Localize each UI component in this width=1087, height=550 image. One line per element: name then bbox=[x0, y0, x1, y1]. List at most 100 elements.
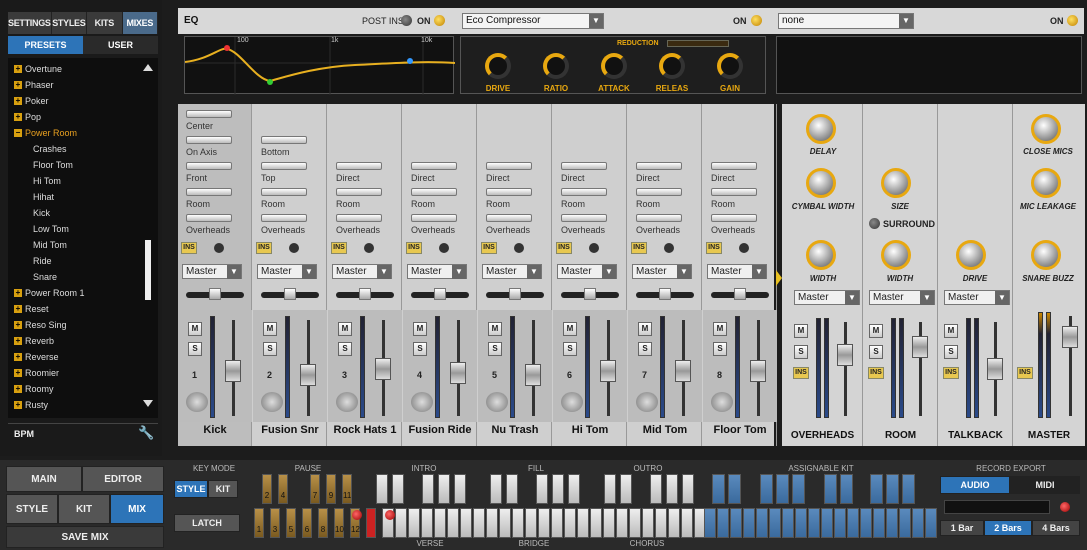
list-item[interactable]: Hihat bbox=[8, 190, 54, 204]
overheads-solo-button[interactable]: S bbox=[794, 345, 808, 359]
assignable-key[interactable] bbox=[824, 474, 837, 504]
scroll-up-icon[interactable] bbox=[143, 64, 153, 71]
bar2-button[interactable]: 2 Bars bbox=[984, 520, 1032, 536]
pan-handle[interactable] bbox=[284, 288, 296, 300]
expand-icon[interactable]: + bbox=[14, 65, 22, 73]
ins-button[interactable]: INS bbox=[556, 242, 572, 254]
eq-graph[interactable]: 100 1k 10k bbox=[184, 36, 456, 95]
eq-on-toggle[interactable] bbox=[434, 15, 445, 26]
volume-fader[interactable] bbox=[750, 360, 766, 382]
assignable-key[interactable] bbox=[795, 508, 807, 538]
save-mix-button[interactable]: SAVE MIX bbox=[6, 526, 164, 548]
solo-button[interactable]: S bbox=[563, 342, 577, 356]
master-fader[interactable] bbox=[1062, 326, 1078, 348]
assignable-key[interactable] bbox=[792, 474, 805, 504]
expand-icon[interactable]: + bbox=[14, 305, 22, 313]
style-key[interactable] bbox=[538, 508, 550, 538]
bus-select[interactable]: Master ▼ bbox=[182, 264, 242, 279]
style-key[interactable] bbox=[512, 508, 524, 538]
bus-select[interactable]: Master ▼ bbox=[332, 264, 392, 279]
style-key[interactable] bbox=[629, 508, 641, 538]
list-item[interactable]: Snare bbox=[8, 270, 57, 284]
send-toggle[interactable] bbox=[214, 243, 224, 253]
audio-button[interactable]: AUDIO bbox=[940, 476, 1010, 494]
assignable-key[interactable] bbox=[886, 508, 898, 538]
midi-button[interactable]: MIDI bbox=[1010, 476, 1080, 494]
assignable-key[interactable] bbox=[808, 508, 820, 538]
assignable-key[interactable] bbox=[847, 508, 859, 538]
ins-button[interactable]: INS bbox=[181, 242, 197, 254]
style-key[interactable] bbox=[577, 508, 589, 538]
tab-kits[interactable]: KITS bbox=[87, 12, 123, 34]
assignable-key[interactable] bbox=[870, 474, 883, 504]
style-key[interactable] bbox=[681, 508, 693, 538]
size-knob[interactable] bbox=[881, 168, 911, 198]
pan-handle[interactable] bbox=[734, 288, 746, 300]
ratio-knob[interactable] bbox=[543, 53, 569, 79]
volume-fader[interactable] bbox=[675, 360, 691, 382]
mute-button[interactable]: M bbox=[188, 322, 202, 336]
export-drag-area[interactable] bbox=[944, 500, 1050, 514]
drive-knob[interactable] bbox=[485, 53, 511, 79]
tab-settings[interactable]: SETTINGS bbox=[8, 12, 52, 34]
pan-handle[interactable] bbox=[359, 288, 371, 300]
latch-button[interactable]: LATCH bbox=[174, 514, 240, 532]
send-slider[interactable] bbox=[186, 110, 232, 118]
assignable-key[interactable] bbox=[860, 508, 872, 538]
mute-button[interactable]: M bbox=[488, 322, 502, 336]
style-key[interactable] bbox=[642, 508, 654, 538]
record-icon[interactable] bbox=[1060, 502, 1070, 512]
send-slider[interactable] bbox=[486, 162, 532, 170]
talkback-drive-knob[interactable] bbox=[956, 240, 986, 270]
list-item[interactable]: Crashes bbox=[8, 142, 67, 156]
style-key[interactable] bbox=[460, 508, 472, 538]
expand-icon[interactable]: + bbox=[14, 385, 22, 393]
assignable-key[interactable] bbox=[925, 508, 937, 538]
talkback-solo-button[interactable]: S bbox=[944, 345, 958, 359]
solo-button[interactable]: S bbox=[413, 342, 427, 356]
pan-slider[interactable] bbox=[486, 288, 544, 300]
solo-button[interactable]: S bbox=[338, 342, 352, 356]
solo-button[interactable]: S bbox=[488, 342, 502, 356]
keymode-style-button[interactable]: STYLE bbox=[174, 480, 208, 498]
pause-pad[interactable]: 9 bbox=[326, 474, 336, 504]
expand-icon[interactable]: + bbox=[14, 289, 22, 297]
list-item[interactable]: Floor Tom bbox=[8, 158, 73, 172]
send-slider[interactable] bbox=[636, 214, 682, 222]
assignable-key[interactable] bbox=[760, 474, 773, 504]
mute-button[interactable]: M bbox=[713, 322, 727, 336]
overheads-width-knob[interactable] bbox=[806, 240, 836, 270]
send-slider[interactable] bbox=[261, 214, 307, 222]
post-ins-toggle[interactable] bbox=[401, 15, 412, 26]
overheads-fader[interactable] bbox=[837, 344, 853, 366]
style-key[interactable] bbox=[666, 474, 678, 504]
send-slider[interactable] bbox=[411, 162, 457, 170]
close-mics-knob[interactable] bbox=[1031, 114, 1061, 144]
assignable-key[interactable] bbox=[821, 508, 833, 538]
list-item[interactable]: + Overtune bbox=[14, 62, 62, 76]
wrench-icon[interactable]: 🔧 bbox=[138, 425, 154, 441]
send-toggle[interactable] bbox=[514, 243, 524, 253]
mic-leakage-knob[interactable] bbox=[1031, 168, 1061, 198]
bus-select[interactable]: Master ▼ bbox=[707, 264, 767, 279]
mute-button[interactable]: M bbox=[563, 322, 577, 336]
master-ins-button[interactable]: INS bbox=[1017, 367, 1033, 379]
send-slider[interactable] bbox=[336, 214, 382, 222]
style-key[interactable] bbox=[473, 508, 485, 538]
talkback-bus-select[interactable]: Master ▼ bbox=[944, 290, 1010, 305]
style-key[interactable] bbox=[421, 508, 433, 538]
tab-styles[interactable]: STYLES bbox=[51, 12, 88, 34]
style-key[interactable] bbox=[499, 508, 511, 538]
gain-knob[interactable] bbox=[717, 53, 743, 79]
style-key[interactable] bbox=[408, 508, 420, 538]
pan-slider[interactable] bbox=[336, 288, 394, 300]
ins-button[interactable]: INS bbox=[406, 242, 422, 254]
pan-handle[interactable] bbox=[584, 288, 596, 300]
send-slider[interactable] bbox=[336, 162, 382, 170]
mute-button[interactable]: M bbox=[338, 322, 352, 336]
ins-button[interactable]: INS bbox=[706, 242, 722, 254]
assignable-key[interactable] bbox=[834, 508, 846, 538]
assignable-key[interactable] bbox=[840, 474, 853, 504]
volume-fader[interactable] bbox=[600, 360, 616, 382]
assignable-key[interactable] bbox=[730, 508, 742, 538]
